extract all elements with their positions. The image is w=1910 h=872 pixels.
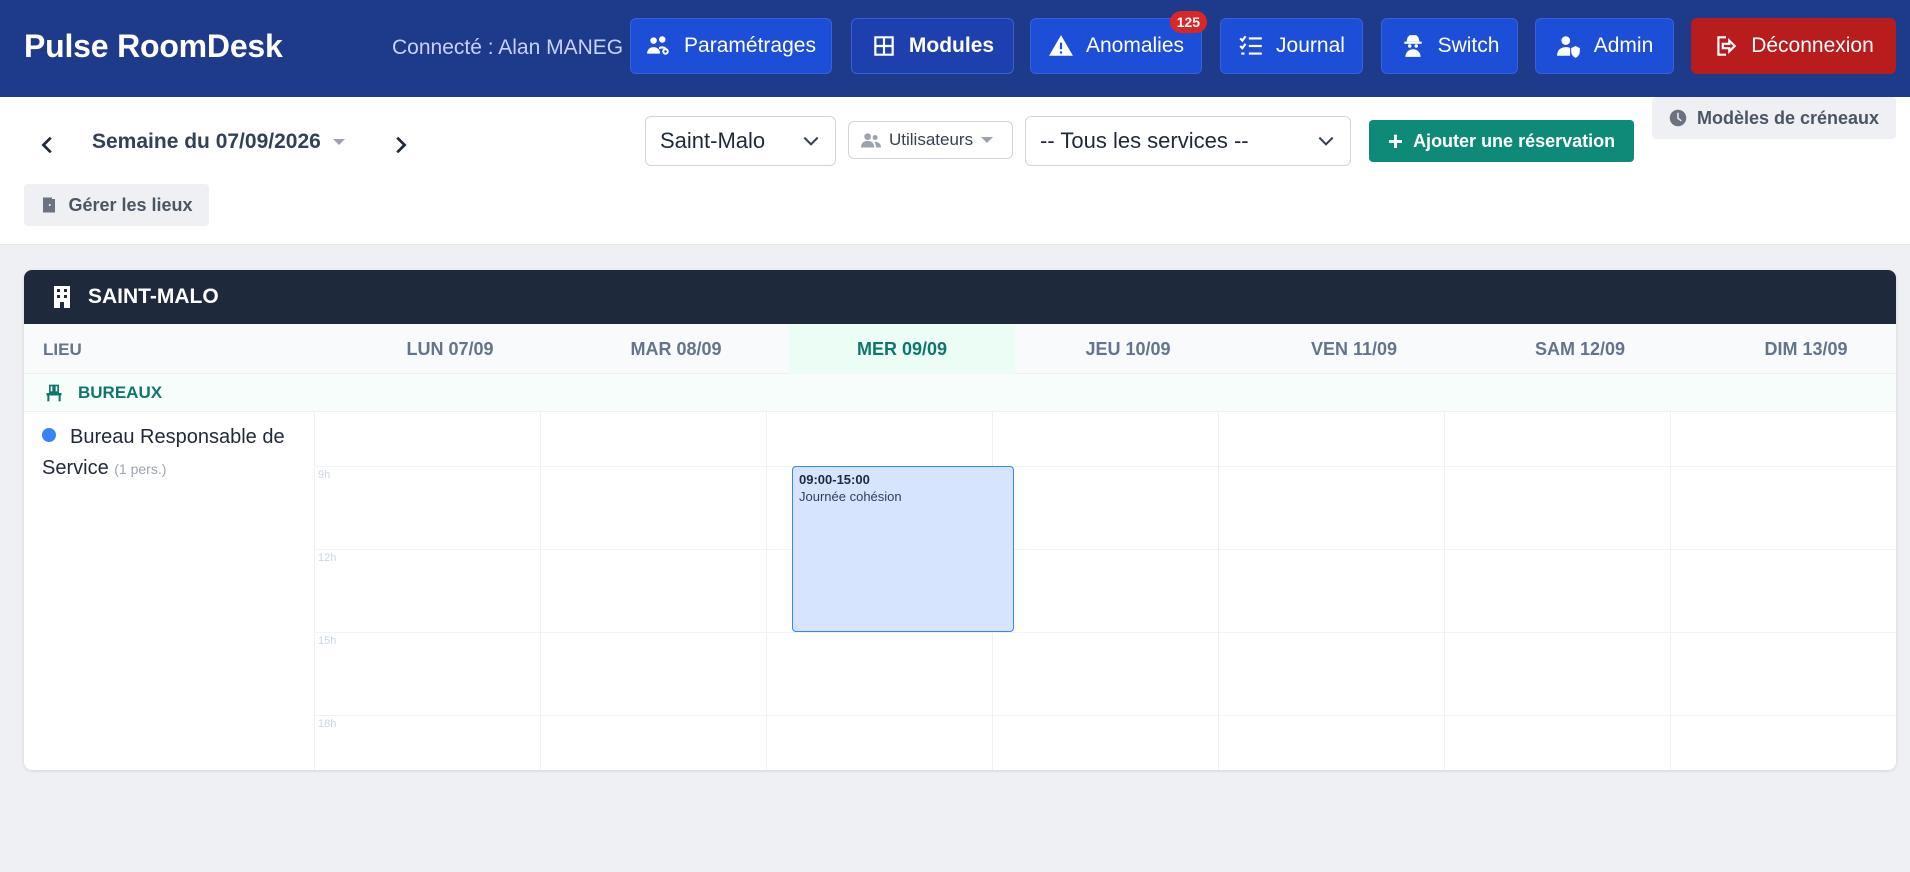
calendar-card: SAINT-MALO LIEU LUN 07/09 MAR 08/09 MER … [24, 270, 1896, 770]
door-icon [43, 197, 56, 213]
day-header-wed-today: MER 09/09 [789, 324, 1015, 374]
caret-down-icon [981, 137, 994, 143]
nav-anomalies-button[interactable]: Anomalies 125 [1030, 11, 1207, 74]
warning-icon [1049, 35, 1073, 56]
room-capacity: (1 pers.) [114, 461, 167, 477]
plus-icon: + [1387, 126, 1404, 156]
slot-templates-button[interactable]: Modèles de créneaux [1652, 97, 1896, 139]
next-week-button[interactable] [382, 127, 418, 163]
hour-label: 9h [318, 469, 331, 481]
chevron-down-icon [1318, 136, 1334, 146]
room-status-dot [42, 428, 56, 442]
grid-icon [874, 36, 894, 56]
hour-label: 18h [318, 718, 337, 730]
hour-label: 15h [318, 635, 337, 647]
nav-label: Modules [908, 34, 995, 57]
room-cell[interactable]: Bureau Responsable de Service (1 pers.) [42, 422, 314, 485]
site-select-value: Saint-Malo [660, 128, 766, 153]
hour-line [314, 466, 1896, 467]
reservation-event[interactable]: 09:00-15:00 Journée cohésion [792, 466, 1014, 632]
day-header-sun: DIM 13/09 [1764, 338, 1848, 359]
hour-line [314, 715, 1896, 716]
connected-user: Connecté : Alan MANEG [392, 36, 624, 59]
users-dropdown[interactable]: Utilisateurs [848, 121, 1013, 159]
chevron-left-icon [41, 136, 52, 154]
nav-label: Paramétrages [684, 34, 816, 57]
lieu-column-header: LIEU [43, 340, 82, 359]
hour-line [314, 632, 1896, 633]
day-header-thu: JEU 10/09 [1085, 338, 1171, 359]
users-gear-icon [647, 36, 669, 55]
caret-down-icon [332, 139, 345, 145]
clock-icon [1669, 109, 1687, 127]
add-reservation-label: Ajouter une réservation [1413, 130, 1616, 151]
list-check-icon [1239, 35, 1262, 55]
services-select-value: -- Tous les services -- [1040, 128, 1249, 153]
group-label: BUREAUX [78, 382, 163, 402]
week-selector[interactable]: Semaine du 07/09/2026 [92, 130, 345, 154]
site-header: SAINT-MALO [24, 270, 1896, 324]
user-secret-icon [1403, 35, 1422, 57]
nav-admin-button[interactable]: Admin [1535, 18, 1674, 74]
top-navbar: Pulse RoomDesk Connecté : Alan MANEG Par… [0, 0, 1910, 97]
nav-modules-button[interactable]: Modules [851, 18, 1014, 74]
chair-icon [46, 384, 62, 401]
day-header-tue: MAR 08/09 [630, 338, 722, 359]
users-label: Utilisateurs [889, 130, 974, 149]
manage-locations-label: Gérer les lieux [68, 194, 193, 215]
toolbar: Semaine du 07/09/2026 Saint-Malo Utilisa… [0, 97, 1910, 245]
nav-label: Anomalies [1085, 34, 1185, 57]
logout-icon [1717, 36, 1737, 56]
anomalies-count-badge: 125 [1169, 11, 1207, 33]
slot-templates-label: Modèles de créneaux [1696, 107, 1880, 128]
chevron-right-icon [396, 136, 407, 154]
week-label: Semaine du 07/09/2026 [92, 130, 321, 153]
day-header-sat: SAM 12/09 [1534, 338, 1626, 359]
column-headers: LIEU LUN 07/09 MAR 08/09 MER 09/09 JEU 1… [24, 324, 1896, 374]
hour-label: 12h [318, 552, 337, 564]
logout-button[interactable]: Déconnexion [1691, 18, 1896, 74]
event-time: 09:00-15:00 [799, 472, 870, 487]
manage-locations-button[interactable]: Gérer les lieux [24, 184, 209, 226]
add-reservation-button[interactable]: + Ajouter une réservation [1369, 120, 1634, 162]
hour-line [314, 549, 1896, 550]
nav-parametrages-button[interactable]: Paramétrages [630, 18, 832, 74]
nav-journal-button[interactable]: Journal [1220, 18, 1363, 74]
users-icon [861, 133, 881, 148]
day-header-fri: VEN 11/09 [1310, 338, 1398, 359]
nav-label: Switch [1437, 34, 1500, 57]
nav-label: Déconnexion [1751, 34, 1874, 57]
chevron-down-icon [803, 136, 819, 146]
nav-label: Admin [1593, 34, 1654, 57]
nav-switch-button[interactable]: Switch [1381, 18, 1518, 74]
user-shield-icon [1556, 36, 1580, 58]
group-row-bureaux: BUREAUX [24, 374, 1896, 412]
nav-label: Journal [1276, 34, 1345, 57]
previous-week-button[interactable] [30, 127, 66, 163]
day-header-mon: LUN 07/09 [406, 338, 494, 359]
site-select[interactable]: Saint-Malo [645, 116, 836, 166]
services-select[interactable]: -- Tous les services -- [1025, 116, 1351, 166]
site-title: SAINT-MALO [88, 285, 219, 308]
event-title: Journée cohésion [799, 489, 902, 504]
building-icon [54, 286, 70, 308]
week-grid[interactable]: 9h 12h 15h 18h 09:00-15:00 Journée cohés… [314, 412, 1896, 770]
app-brand[interactable]: Pulse RoomDesk [24, 28, 283, 65]
